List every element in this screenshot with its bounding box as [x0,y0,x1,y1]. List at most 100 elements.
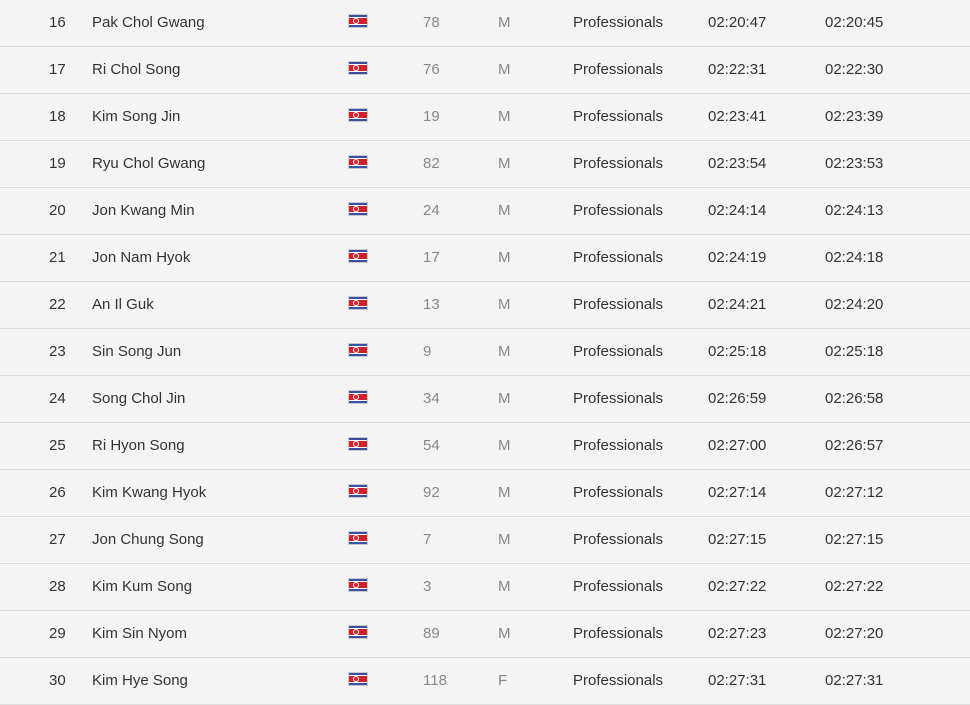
chip-time-cell: 02:27:12 [825,484,884,501]
runner-name-cell[interactable]: Jon Nam Hyok [92,235,190,281]
rank-cell: 18 [49,108,66,125]
sex-cell: M [498,155,511,172]
bib-number-cell: 3 [423,578,432,595]
north-korea-flag-icon [348,202,368,216]
sex-cell: F [498,672,508,689]
gun-time-cell: 02:27:22 [708,578,767,595]
rank-cell: 25 [49,437,66,454]
table-row[interactable]: 20 Jon Kwang Min 24 M Professionals 02:2… [0,188,970,235]
bib-number-cell: 78 [423,14,440,31]
chip-time-cell: 02:27:15 [825,531,884,548]
bib-number-cell: 24 [423,202,440,219]
runner-name-cell[interactable]: Kim Kwang Hyok [92,470,206,516]
sex-cell: M [498,202,511,219]
sex-cell: M [498,484,511,501]
north-korea-flag-icon [348,343,368,357]
table-row[interactable]: 16 Pak Chol Gwang 78 M Professionals 02:… [0,0,970,47]
gun-time-cell: 02:24:14 [708,202,767,219]
rank-cell: 21 [49,249,66,266]
north-korea-flag-icon [348,155,368,169]
gun-time-cell: 02:24:19 [708,249,767,266]
rank-cell: 23 [49,343,66,360]
north-korea-flag-icon [348,296,368,310]
chip-time-cell: 02:25:18 [825,343,884,360]
north-korea-flag-icon [348,437,368,451]
table-row[interactable]: 29 Kim Sin Nyom 89 M Professionals 02:27… [0,611,970,658]
sex-cell: M [498,343,511,360]
category-cell: Professionals [573,249,664,266]
bib-number-cell: 9 [423,343,432,360]
rank-cell: 16 [49,14,66,31]
gun-time-cell: 02:25:18 [708,343,767,360]
sex-cell: M [498,578,511,595]
table-row[interactable]: 23 Sin Song Jun 9 M Professionals 02:25:… [0,329,970,376]
runner-name-cell[interactable]: Song Chol Jin [92,376,185,422]
table-row[interactable]: 22 An Il Guk 13 M Professionals 02:24:21… [0,282,970,329]
category-cell: Professionals [573,155,664,172]
runner-name-cell[interactable]: Sin Song Jun [92,329,181,375]
chip-time-cell: 02:26:57 [825,437,884,454]
chip-time-cell: 02:26:58 [825,390,884,407]
table-row[interactable]: 18 Kim Song Jin 19 M Professionals 02:23… [0,94,970,141]
bib-number-cell: 92 [423,484,440,501]
runner-name-cell[interactable]: An Il Guk [92,282,154,328]
category-cell: Professionals [573,390,664,407]
gun-time-cell: 02:22:31 [708,61,767,78]
sex-cell: M [498,296,511,313]
sex-cell: M [498,108,511,125]
runner-name-cell[interactable]: Ryu Chol Gwang [92,141,205,187]
sex-cell: M [498,61,511,78]
results-table: 16 Pak Chol Gwang 78 M Professionals 02:… [0,0,970,705]
rank-cell: 29 [49,625,66,642]
table-row[interactable]: 27 Jon Chung Song 7 M Professionals 02:2… [0,517,970,564]
gun-time-cell: 02:24:21 [708,296,767,313]
runner-name-cell[interactable]: Jon Chung Song [92,517,204,563]
north-korea-flag-icon [348,672,368,686]
table-row[interactable]: 30 Kim Hye Song 118 F Professionals 02:2… [0,658,970,705]
category-cell: Professionals [573,296,664,313]
runner-name-cell[interactable]: Kim Song Jin [92,94,180,140]
runner-name-cell[interactable]: Kim Kum Song [92,564,192,610]
gun-time-cell: 02:27:14 [708,484,767,501]
chip-time-cell: 02:27:20 [825,625,884,642]
runner-name-cell[interactable]: Ri Chol Song [92,47,180,93]
chip-time-cell: 02:27:22 [825,578,884,595]
north-korea-flag-icon [348,61,368,75]
north-korea-flag-icon [348,531,368,545]
runner-name-cell[interactable]: Kim Sin Nyom [92,611,187,657]
table-row[interactable]: 21 Jon Nam Hyok 17 M Professionals 02:24… [0,235,970,282]
chip-time-cell: 02:23:53 [825,155,884,172]
north-korea-flag-icon [348,484,368,498]
runner-name-cell[interactable]: Ri Hyon Song [92,423,185,469]
category-cell: Professionals [573,343,664,360]
table-row[interactable]: 25 Ri Hyon Song 54 M Professionals 02:27… [0,423,970,470]
table-row[interactable]: 24 Song Chol Jin 34 M Professionals 02:2… [0,376,970,423]
table-row[interactable]: 17 Ri Chol Song 76 M Professionals 02:22… [0,47,970,94]
north-korea-flag-icon [348,108,368,122]
sex-cell: M [498,625,511,642]
table-row[interactable]: 26 Kim Kwang Hyok 92 M Professionals 02:… [0,470,970,517]
rank-cell: 24 [49,390,66,407]
category-cell: Professionals [573,108,664,125]
runner-name-cell[interactable]: Pak Chol Gwang [92,0,205,46]
bib-number-cell: 13 [423,296,440,313]
bib-number-cell: 89 [423,625,440,642]
chip-time-cell: 02:27:31 [825,672,884,689]
gun-time-cell: 02:23:41 [708,108,767,125]
table-row[interactable]: 19 Ryu Chol Gwang 82 M Professionals 02:… [0,141,970,188]
bib-number-cell: 17 [423,249,440,266]
category-cell: Professionals [573,625,664,642]
north-korea-flag-icon [348,14,368,28]
category-cell: Professionals [573,531,664,548]
table-row[interactable]: 28 Kim Kum Song 3 M Professionals 02:27:… [0,564,970,611]
gun-time-cell: 02:27:31 [708,672,767,689]
chip-time-cell: 02:20:45 [825,14,884,31]
runner-name-cell[interactable]: Kim Hye Song [92,658,188,704]
rank-cell: 30 [49,672,66,689]
chip-time-cell: 02:23:39 [825,108,884,125]
north-korea-flag-icon [348,390,368,404]
rank-cell: 20 [49,202,66,219]
bib-number-cell: 19 [423,108,440,125]
sex-cell: M [498,531,511,548]
runner-name-cell[interactable]: Jon Kwang Min [92,188,195,234]
